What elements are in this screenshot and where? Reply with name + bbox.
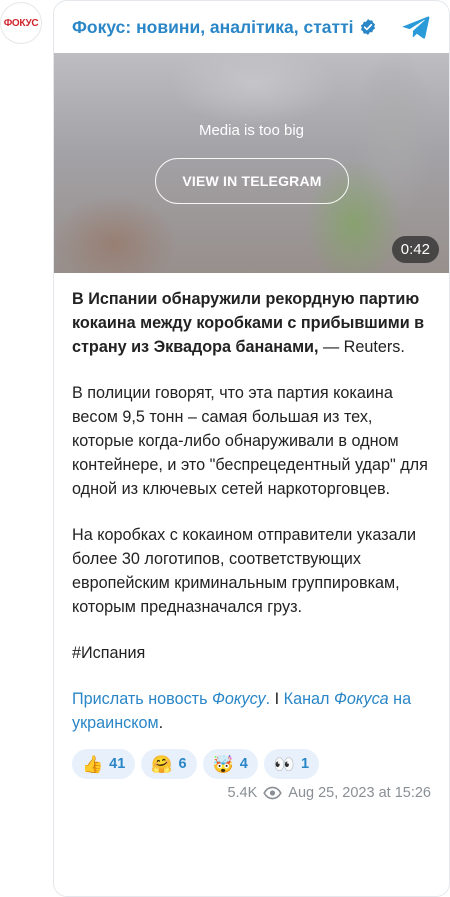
reaction-count: 6 — [178, 756, 187, 772]
verified-icon — [360, 19, 375, 35]
reaction-eyes[interactable]: 👀 1 — [263, 749, 320, 779]
exploding-head-icon: 🤯 — [212, 754, 234, 774]
post-paragraph: В полиции говорят, что эта партия кокаин… — [72, 384, 428, 498]
channel-title[interactable]: Фокус: новини, аналітика, статті — [72, 17, 354, 38]
post-date[interactable]: Aug 25, 2023 at 15:26 — [288, 785, 431, 801]
view-count: 5.4K — [227, 785, 258, 801]
video-preview[interactable]: Media is too big VIEW IN TELEGRAM 0:42 — [54, 53, 449, 273]
post-card: Фокус: новини, аналітика, статті Media i… — [53, 0, 450, 897]
post-paragraph: На коробках с кокаином отправители указа… — [72, 526, 417, 616]
avatar-logo-text: ФОКУС — [3, 17, 39, 29]
links-end-dot: . — [158, 714, 164, 732]
reaction-mind-blown[interactable]: 🤯 4 — [202, 749, 258, 779]
send-news-link[interactable]: Прислать новость Фокусу. — [72, 690, 270, 708]
post-text: В Испании обнаружили рекордную партию ко… — [54, 273, 449, 735]
reactions-row: 👍 41 🤗 6 🤯 4 👀 1 — [54, 749, 449, 779]
post-paragraph-lead: В Испании обнаружили рекордную партию ко… — [72, 287, 431, 359]
channel-avatar[interactable]: ФОКУС — [0, 2, 42, 44]
lead-source-text: — Reuters. — [318, 338, 405, 356]
reaction-count: 41 — [109, 756, 126, 772]
post-hashtag: #Испания — [72, 641, 431, 665]
video-duration-badge: 0:42 — [391, 236, 439, 263]
reaction-hugging[interactable]: 🤗 6 — [141, 749, 197, 779]
eye-icon — [263, 786, 282, 800]
thumbs-up-icon: 👍 — [82, 754, 104, 774]
post-links: Прислать новость Фокусу. I Канал Фокуса … — [72, 687, 431, 735]
hashtag-link[interactable]: #Испания — [72, 644, 145, 662]
post-footer: 5.4K Aug 25, 2023 at 15:26 — [54, 785, 449, 801]
reaction-thumbs-up[interactable]: 👍 41 — [72, 749, 136, 779]
links-separator: I — [270, 690, 284, 708]
eyes-icon: 👀 — [273, 754, 295, 774]
hugging-face-icon: 🤗 — [151, 754, 173, 774]
media-too-big-note: Media is too big — [198, 122, 305, 139]
view-in-telegram-button[interactable]: VIEW IN TELEGRAM — [155, 158, 349, 204]
post-header: Фокус: новини, аналітика, статті — [54, 1, 449, 53]
reaction-count: 4 — [239, 756, 248, 772]
reaction-count: 1 — [300, 756, 310, 772]
telegram-icon[interactable] — [401, 12, 431, 42]
